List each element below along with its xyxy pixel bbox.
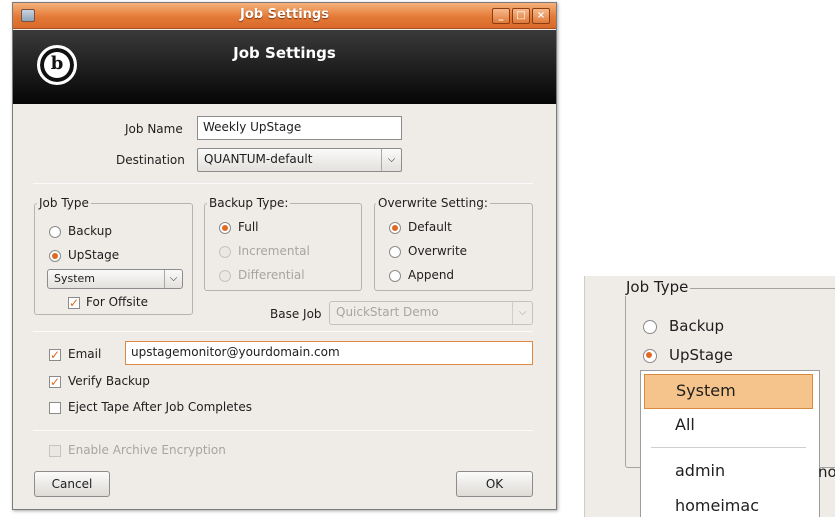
email-input[interactable]: upstagemonitor@yourdomain.com	[125, 341, 533, 365]
for-offsite-label: For Offsite	[86, 295, 148, 309]
menu-item-system[interactable]: System	[644, 374, 813, 409]
banner-header: b Job Settings	[13, 30, 556, 104]
backup-type-group: Backup Type: Full Incremental Differenti…	[204, 196, 362, 291]
job-type-upstage-label: UpStage	[68, 248, 120, 262]
job-type-upstage-radio[interactable]	[49, 250, 61, 262]
archive-encryption-label: Enable Archive Encryption	[68, 443, 226, 457]
maximize-button[interactable]: □	[512, 8, 530, 24]
backup-incremental-label: Incremental	[238, 244, 310, 258]
backup-full-label: Full	[238, 220, 259, 234]
overwrite-overwrite-label: Overwrite	[408, 244, 468, 258]
zoom-upstage-label: UpStage	[669, 346, 733, 364]
job-name-input[interactable]: Weekly UpStage	[197, 116, 402, 140]
destination-select[interactable]: QUANTUM-default ⌵	[197, 148, 402, 172]
overwrite-default-label: Default	[408, 220, 452, 234]
cancel-button[interactable]: Cancel	[34, 471, 110, 497]
title-bar[interactable]: Job Settings _ □ ×	[13, 3, 556, 29]
email-checkbox[interactable]: ✓	[49, 349, 61, 361]
zoom-job-type-title: Job Type	[624, 278, 691, 296]
zoom-partial-text: no	[818, 463, 835, 481]
separator	[33, 430, 533, 431]
zoom-backup-label: Backup	[669, 317, 724, 335]
eject-tape-label: Eject Tape After Job Completes	[68, 400, 252, 414]
overwrite-append-radio[interactable]	[389, 270, 401, 282]
separator	[33, 183, 533, 184]
minimize-button[interactable]: _	[492, 8, 510, 24]
scope-dropdown-menu: System All admin homeimac	[640, 370, 820, 517]
overwrite-setting-title: Overwrite Setting:	[376, 196, 490, 210]
archive-encryption-checkbox[interactable]	[49, 445, 61, 457]
menu-item-all[interactable]: All	[675, 415, 695, 434]
destination-value: QUANTUM-default	[204, 152, 313, 166]
close-button[interactable]: ×	[532, 8, 550, 24]
base-job-select[interactable]: QuickStart Demo ⌵	[329, 301, 533, 325]
backup-incremental-radio[interactable]	[219, 246, 231, 258]
backup-differential-radio[interactable]	[219, 270, 231, 282]
job-type-backup-radio[interactable]	[49, 226, 61, 238]
zoom-backup-radio[interactable]	[643, 320, 657, 334]
base-job-value: QuickStart Demo	[336, 305, 439, 319]
window-title: Job Settings	[240, 7, 329, 22]
upstage-scope-select[interactable]: System ⌵	[47, 269, 183, 289]
job-type-backup-label: Backup	[68, 224, 112, 238]
verify-backup-checkbox[interactable]: ✓	[49, 376, 61, 388]
header-title: Job Settings	[233, 44, 336, 62]
destination-label: Destination	[116, 153, 185, 167]
menu-item-admin[interactable]: admin	[675, 461, 725, 480]
chevron-down-icon: ⌵	[381, 149, 401, 171]
chevron-down-icon: ⌵	[512, 302, 532, 324]
verify-backup-label: Verify Backup	[68, 374, 150, 388]
base-job-label: Base Job	[270, 307, 322, 321]
overwrite-setting-group: Overwrite Setting: Default Overwrite App…	[374, 196, 533, 291]
upstage-scope-value: System	[54, 272, 96, 285]
backup-type-title: Backup Type:	[207, 196, 291, 210]
overwrite-append-label: Append	[408, 268, 455, 282]
eject-tape-checkbox[interactable]	[49, 402, 61, 414]
backup-differential-label: Differential	[238, 268, 305, 282]
backup-full-radio[interactable]	[219, 222, 231, 234]
overwrite-overwrite-radio[interactable]	[389, 246, 401, 258]
menu-separator	[651, 447, 806, 448]
overwrite-default-radio[interactable]	[389, 222, 401, 234]
zoom-upstage-radio[interactable]	[643, 349, 657, 363]
chevron-down-icon: ⌵	[164, 270, 182, 288]
job-name-label: Job Name	[125, 122, 183, 136]
menu-item-homeimac[interactable]: homeimac	[675, 496, 759, 515]
job-settings-window: Job Settings _ □ × b Job Settings Job Na…	[12, 2, 557, 510]
ok-button[interactable]: OK	[456, 471, 533, 497]
job-type-group: Job Type Backup UpStage System ⌵ ✓ For O…	[34, 196, 193, 315]
job-type-title: Job Type	[37, 196, 91, 210]
email-label: Email	[68, 347, 102, 361]
for-offsite-checkbox[interactable]: ✓	[68, 297, 80, 309]
zoomed-dropdown-view: Job Type Backup UpStage System All admin…	[584, 276, 835, 517]
separator	[33, 331, 533, 332]
